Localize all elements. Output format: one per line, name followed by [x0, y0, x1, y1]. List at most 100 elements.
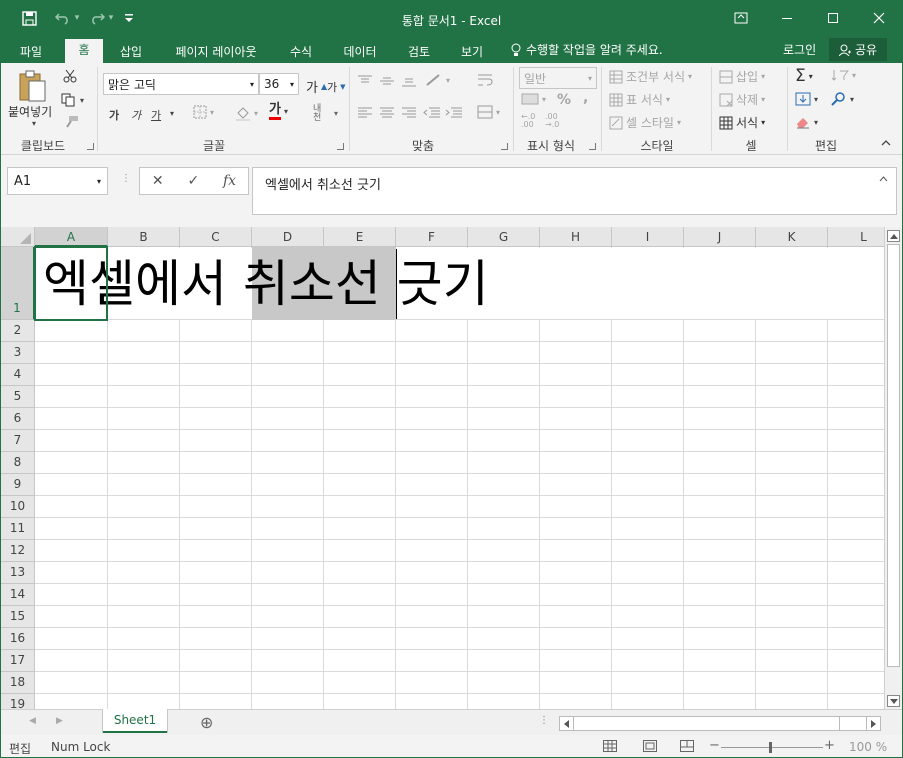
insert-cells-button[interactable]: 삽입 ▾	[719, 68, 765, 85]
normal-view-icon[interactable]	[603, 740, 617, 755]
align-bottom-icon[interactable]	[401, 75, 417, 87]
horizontal-scroll-thumb[interactable]	[574, 717, 840, 730]
italic-button[interactable]: 가	[131, 107, 141, 123]
font-name-combo[interactable]: 맑은 고딕 ▾	[103, 73, 259, 95]
underline-button[interactable]: 가	[151, 107, 161, 123]
zoom-slider-thumb[interactable]	[769, 742, 772, 753]
enter-entry-button[interactable]: ✓	[187, 173, 199, 189]
clipboard-launcher-icon[interactable]	[87, 143, 94, 150]
ribbon-display-options-icon[interactable]	[718, 1, 764, 35]
align-left-icon[interactable]	[357, 107, 373, 119]
fill-icon[interactable]: ▾	[795, 92, 818, 106]
row-header-19[interactable]: 19	[1, 694, 35, 709]
cut-icon[interactable]	[63, 69, 77, 83]
row-header-9[interactable]: 9	[1, 474, 35, 496]
tab-view[interactable]: 보기	[453, 41, 491, 63]
format-cells-button[interactable]: 서식 ▾	[719, 114, 765, 131]
format-as-table-button[interactable]: 표 서식 ▾	[609, 91, 670, 108]
tab-review[interactable]: 검토	[399, 41, 439, 63]
wrap-text-icon[interactable]	[477, 73, 493, 87]
align-middle-icon[interactable]	[379, 75, 395, 87]
row-header-8[interactable]: 8	[1, 452, 35, 474]
name-box[interactable]: A1 ▾	[7, 167, 108, 195]
alignment-launcher-icon[interactable]	[501, 143, 508, 150]
vertical-scrollbar[interactable]	[884, 227, 902, 709]
formula-bar-grip-icon[interactable]: ⋮	[121, 173, 131, 184]
font-color-button[interactable]: 가 ▾	[269, 103, 288, 120]
font-size-combo[interactable]: 36 ▾	[259, 73, 299, 95]
active-cell-a1[interactable]	[34, 246, 108, 321]
row-header-11[interactable]: 11	[1, 518, 35, 540]
tab-split-grip-icon[interactable]: ⋮	[539, 715, 549, 726]
increase-decimal-icon[interactable]: ←.0.00	[521, 113, 535, 129]
cancel-entry-button[interactable]: ✕	[152, 173, 164, 189]
tab-data[interactable]: 데이터	[335, 41, 385, 63]
minimize-button[interactable]	[764, 1, 810, 35]
collapse-ribbon-icon[interactable]	[881, 139, 891, 147]
number-format-combo[interactable]: 일반 ▾	[519, 67, 597, 89]
row-header-7[interactable]: 7	[1, 430, 35, 452]
decrease-decimal-icon[interactable]: .00 →.0	[545, 113, 559, 129]
bold-button[interactable]: 가	[109, 107, 119, 123]
shrink-font-button[interactable]: 가 ▼	[327, 79, 346, 95]
column-header-h[interactable]: H	[540, 227, 612, 247]
name-box-dropdown-icon[interactable]: ▾	[97, 177, 101, 186]
column-header-l[interactable]: L	[828, 227, 884, 247]
tell-me-box[interactable]: 수행할 작업을 알려 주세요.	[511, 41, 663, 58]
fill-color-icon[interactable]: ▾	[235, 105, 258, 121]
number-launcher-icon[interactable]	[589, 143, 596, 150]
maximize-button[interactable]	[810, 1, 856, 35]
column-header-b[interactable]: B	[108, 227, 180, 247]
row-header-10[interactable]: 10	[1, 496, 35, 518]
merge-center-icon[interactable]: ▾	[477, 105, 500, 119]
login-link[interactable]: 로그인	[783, 41, 816, 58]
insert-function-button[interactable]: fx	[223, 173, 236, 189]
vertical-scroll-thumb[interactable]	[887, 244, 900, 667]
copy-icon[interactable]: ▾	[61, 93, 84, 107]
scroll-up-icon[interactable]	[887, 230, 900, 242]
tab-page-layout[interactable]: 페이지 레이아웃	[167, 41, 265, 63]
percent-button[interactable]: %	[557, 92, 571, 108]
zoom-out-button[interactable]: −	[709, 738, 720, 753]
worksheet-grid[interactable]: A B C D E F G H I J K L 1 2 3 4 5 6 7 8 …	[1, 227, 884, 709]
align-right-icon[interactable]	[401, 107, 417, 119]
decrease-indent-icon[interactable]	[423, 107, 441, 119]
paste-icon[interactable]	[17, 69, 47, 103]
cell-styles-button[interactable]: 셀 스타일 ▾	[609, 114, 681, 131]
row-header-14[interactable]: 14	[1, 584, 35, 606]
column-header-a[interactable]: A	[35, 227, 108, 247]
tab-home[interactable]: 홈	[65, 39, 103, 63]
phonetic-dropdown-icon[interactable]: ▾	[334, 109, 338, 118]
select-all-button[interactable]	[1, 227, 35, 247]
column-header-f[interactable]: F	[396, 227, 468, 247]
delete-cells-button[interactable]: 삭제 ▾	[719, 91, 765, 108]
accounting-format-icon[interactable]: ▾	[521, 93, 546, 105]
row-header-16[interactable]: 16	[1, 628, 35, 650]
find-select-icon[interactable]: ▾	[831, 92, 854, 106]
tab-insert[interactable]: 삽입	[111, 41, 151, 63]
column-header-c[interactable]: C	[180, 227, 252, 247]
column-header-k[interactable]: K	[756, 227, 828, 247]
row-header-5[interactable]: 5	[1, 386, 35, 408]
scroll-down-icon[interactable]	[887, 695, 900, 707]
sheet-tab-sheet1[interactable]: Sheet1	[103, 709, 167, 733]
formula-input[interactable]: 엑셀에서 취소선 긋기	[252, 167, 897, 215]
sort-filter-icon[interactable]: ▾	[831, 69, 856, 81]
paste-dropdown-icon[interactable]: ▾	[32, 119, 36, 128]
increase-indent-icon[interactable]	[445, 107, 463, 119]
tab-formulas[interactable]: 수식	[279, 41, 323, 63]
conditional-format-button[interactable]: 조건부 서식 ▾	[609, 68, 692, 85]
phonetic-button[interactable]: 내천	[313, 105, 327, 123]
horizontal-scrollbar[interactable]	[559, 716, 881, 731]
paste-button[interactable]: 붙여넣기	[8, 103, 52, 120]
underline-dropdown-icon[interactable]: ▾	[170, 109, 174, 118]
zoom-level[interactable]: 100 %	[849, 740, 887, 754]
column-header-i[interactable]: I	[612, 227, 684, 247]
orientation-icon[interactable]: ▾	[425, 73, 450, 87]
zoom-slider[interactable]	[721, 747, 823, 748]
autosum-button[interactable]: Σ ▾	[795, 66, 813, 86]
grow-font-button[interactable]: 가 ▲	[306, 77, 327, 96]
row-header-15[interactable]: 15	[1, 606, 35, 628]
clear-icon[interactable]: ▾	[795, 115, 818, 129]
column-header-j[interactable]: J	[684, 227, 756, 247]
